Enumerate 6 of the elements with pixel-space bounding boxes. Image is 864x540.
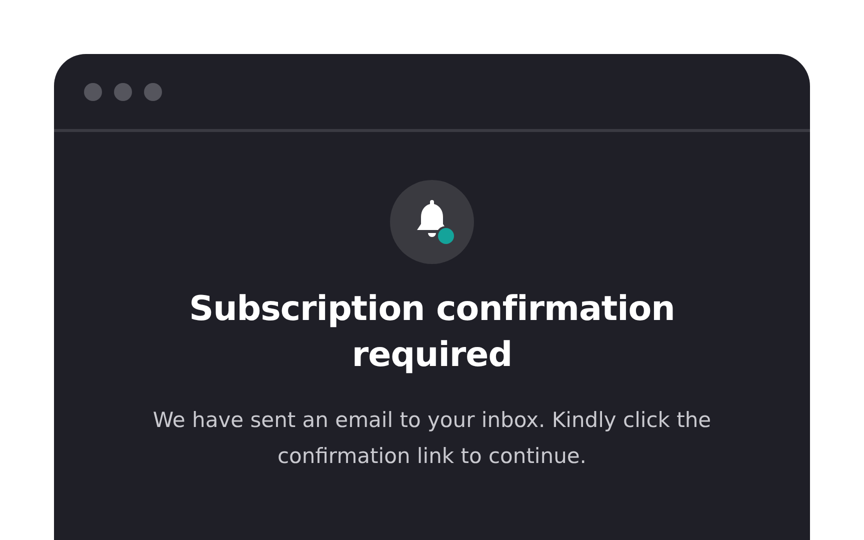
dialog-heading: Subscription confirmation required bbox=[188, 288, 676, 377]
dialog-message: We have sent an email to your inbox. Kindly click the confirmation link to continue. bbox=[152, 407, 712, 470]
window-dot-icon[interactable] bbox=[114, 82, 132, 100]
bell-icon bbox=[390, 180, 474, 264]
window-dot-icon[interactable] bbox=[84, 82, 102, 100]
window-dot-icon[interactable] bbox=[144, 82, 162, 100]
